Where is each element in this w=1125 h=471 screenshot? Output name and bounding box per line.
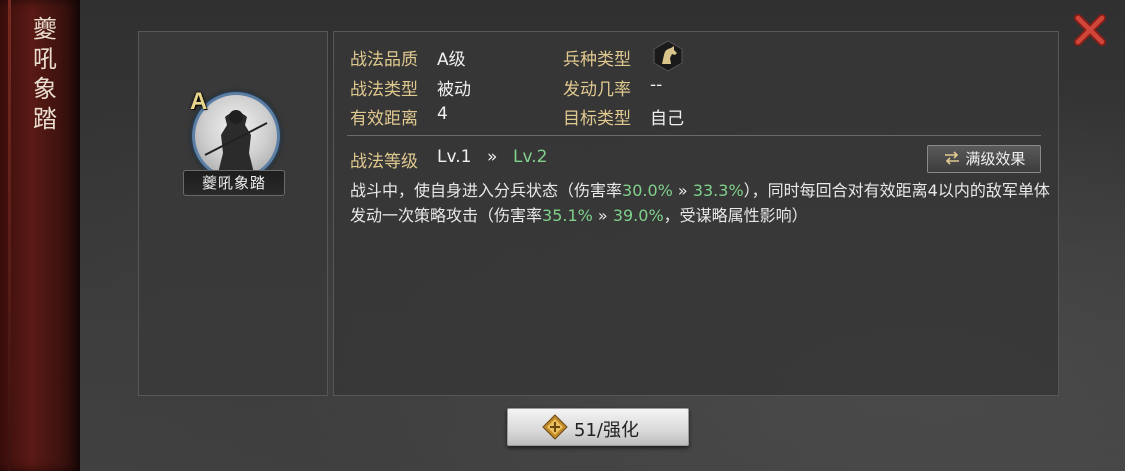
target-type-label: 目标类型 [563,109,631,129]
desc-arrow: » [672,181,693,200]
close-button[interactable] [1070,10,1110,50]
upgrade-label: 51/强化 [574,420,639,441]
side-banner: 夔 吼 象 踏 [0,0,80,471]
quality-value: A级 [437,50,466,70]
troop-type-label: 兵种类型 [563,50,631,70]
max-level-effect-label: 满级效果 [965,150,1026,168]
range-value: 4 [437,104,448,124]
next-level: Lv.2 [513,147,548,167]
side-title-char: 夔 [33,15,57,43]
trigger-rate-value: -- [650,75,663,95]
target-type-value: 自己 [650,109,684,129]
desc-text: ，受谋略属性影响） [663,206,808,225]
trigger-rate-label: 发动几率 [563,80,631,100]
skill-level-label: 战法等级 [350,152,418,172]
portrait-panel [138,31,328,396]
desc-arrow: » [592,206,613,225]
desc-value: 33.3% [692,181,744,200]
grade-badge: A [190,88,208,115]
swap-arrows-icon [943,147,961,173]
side-title-char: 吼 [33,45,57,73]
level-arrow: » [487,147,498,167]
side-title: 夔 吼 象 踏 [28,14,62,134]
upgrade-token-icon [542,414,568,440]
desc-value: 39.0% [612,206,664,225]
quality-label: 战法品质 [350,50,418,70]
current-level: Lv.1 [437,147,472,167]
cavalry-horse-icon [651,40,685,72]
desc-value: 30.0% [622,181,673,200]
max-level-effect-button[interactable]: 满级效果 [927,145,1041,173]
side-title-char: 踏 [33,105,57,133]
skill-description: 战斗中，使自身进入分兵状态（伤害率30.0% » 33.3%），同时每回合对有效… [350,178,1050,228]
desc-text: 战斗中，使自身进入分兵状态（伤害率 [350,181,623,200]
close-icon [1074,14,1106,46]
type-value: 被动 [437,80,471,100]
desc-value: 35.1% [542,206,593,225]
skill-name-plate: 夔吼象踏 [183,170,285,196]
side-title-char: 象 [33,75,57,103]
range-label: 有效距离 [350,109,418,129]
type-label: 战法类型 [350,80,418,100]
divider [347,135,1041,136]
upgrade-button[interactable]: 51/强化 [507,408,689,446]
